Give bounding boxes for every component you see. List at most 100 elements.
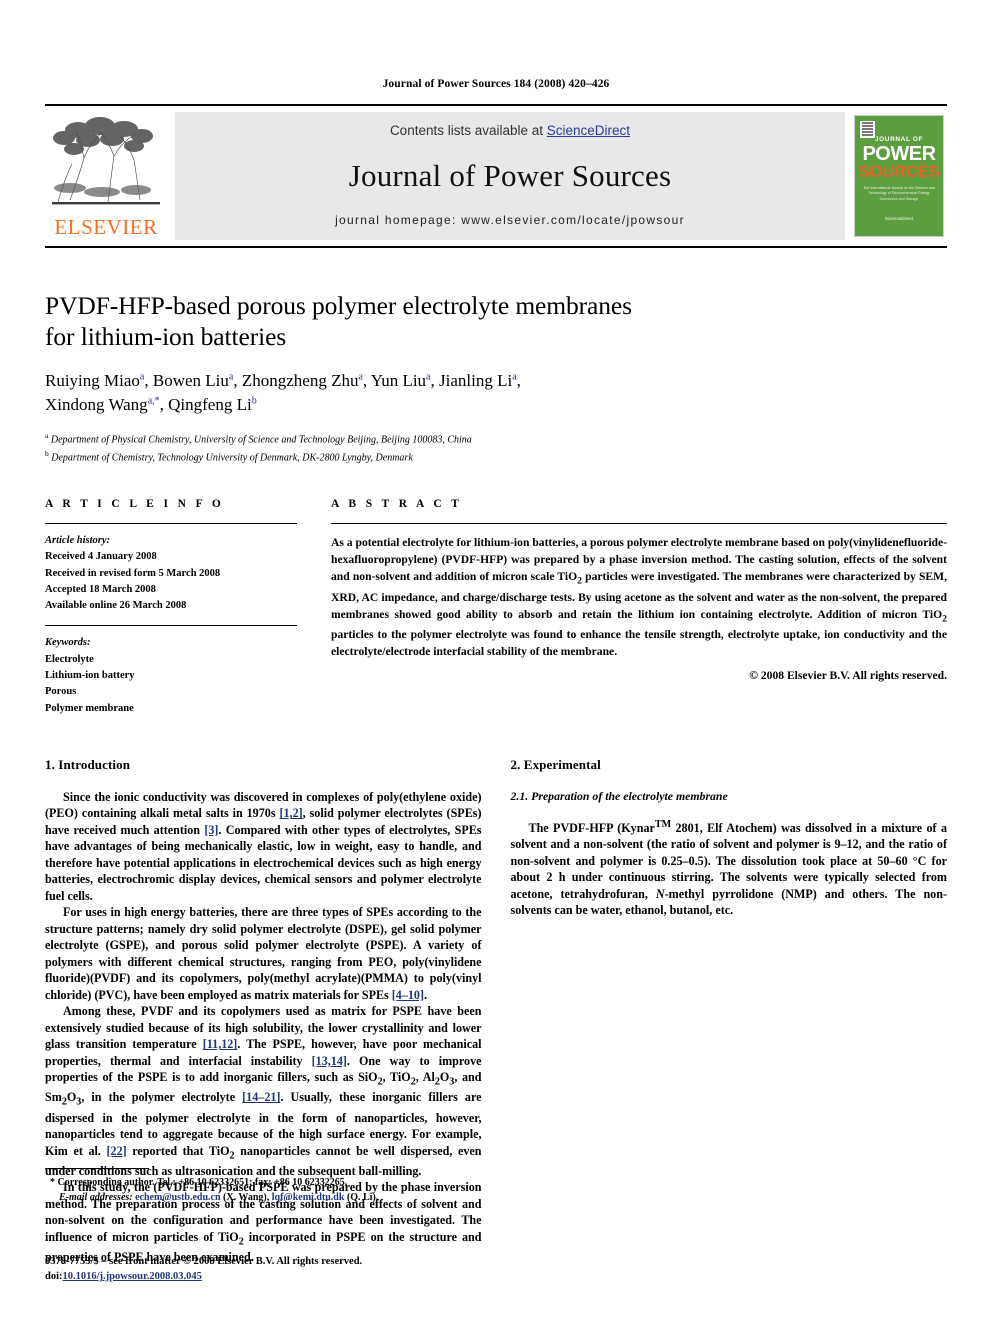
email-owner: (Q. Li). bbox=[344, 1192, 379, 1203]
email-owner: (X. Wang), bbox=[220, 1192, 270, 1203]
elsevier-logo: ELSEVIER bbox=[45, 112, 167, 240]
abstract-text: As a potential electrolyte for lithium-i… bbox=[331, 524, 947, 660]
keywords-label: Keywords: bbox=[45, 637, 91, 649]
author-name[interactable]: Qingfeng Li bbox=[168, 395, 252, 414]
subsection-heading-preparation: 2.1. Preparation of the electrolyte memb… bbox=[510, 788, 728, 803]
affiliation-item: b Department of Chemistry, Technology Un… bbox=[45, 448, 947, 465]
keywords-group: Keywords: Electrolyte Lithium-ion batter… bbox=[45, 626, 297, 716]
footer-block: 0378-7753/$ – see front matter © 2008 El… bbox=[45, 1254, 545, 1285]
abstract-part-3: particles to the polymer electrolyte was… bbox=[331, 628, 947, 659]
corresponding-author-note: * Corresponding author. Tel.: +86 10 623… bbox=[45, 1175, 479, 1205]
affiliation-text: Department of Chemistry, Technology Univ… bbox=[51, 452, 413, 464]
text-run: The PVDF-HFP (Kynar bbox=[528, 820, 655, 835]
cover-line-journal-of: JOURNAL OF bbox=[874, 136, 924, 143]
text-run: O bbox=[439, 1070, 450, 1085]
trademark-mark: TM bbox=[654, 818, 672, 830]
keyword-item: Lithium-ion battery bbox=[45, 669, 135, 681]
text-run: O bbox=[66, 1090, 77, 1105]
article-title-line-2: for lithium-ion batteries bbox=[45, 322, 287, 352]
footnote-marker: * bbox=[50, 1177, 55, 1188]
affiliation-text: Department of Physical Chemistry, Univer… bbox=[50, 434, 472, 446]
footnote-divider bbox=[45, 1168, 149, 1169]
author-affil-marker: a bbox=[426, 371, 431, 383]
citation-link[interactable]: [22] bbox=[107, 1144, 127, 1158]
author-affil-marker: a,* bbox=[147, 395, 160, 407]
keyword-item: Electrolyte bbox=[45, 653, 94, 665]
article-title-line-1: PVDF-HFP-based porous polymer electrolyt… bbox=[45, 291, 632, 320]
author-affil-marker: b bbox=[251, 395, 257, 407]
author-name[interactable]: Xindong Wang bbox=[45, 395, 148, 414]
paper-page: Journal of Power Sources 184 (2008) 420–… bbox=[0, 0, 992, 1323]
doi-link[interactable]: 10.1016/j.jpowsour.2008.03.045 bbox=[63, 1271, 202, 1282]
email-addresses-label: E-mail addresses: bbox=[59, 1192, 133, 1203]
page-title: PVDF-HFP-based porous polymer electrolyt… bbox=[45, 290, 947, 352]
author-name[interactable]: Bowen Liu bbox=[153, 371, 229, 390]
text-run: , Al bbox=[415, 1070, 435, 1085]
text-run: , TiO bbox=[382, 1070, 411, 1085]
citation-link[interactable]: [13,14] bbox=[312, 1054, 347, 1068]
doi-line: doi:10.1016/j.jpowsour.2008.03.045 bbox=[45, 1269, 545, 1285]
sciencedirect-link[interactable]: ScienceDirect bbox=[547, 123, 630, 138]
subscript: 2 bbox=[942, 613, 947, 625]
citation-link[interactable]: [1,2] bbox=[279, 806, 302, 820]
email-link[interactable]: lqf@kemi.dtu.dk bbox=[272, 1192, 345, 1203]
journal-banner: Contents lists available at ScienceDirec… bbox=[175, 112, 845, 240]
corresponding-author-text: Corresponding author. Tel.: +86 10 62332… bbox=[57, 1177, 348, 1188]
journal-masthead: ELSEVIER Contents lists available at Sci… bbox=[45, 104, 947, 248]
italic-run: N bbox=[655, 886, 665, 901]
cover-line-power: POWER bbox=[862, 143, 936, 165]
article-info-column: A R T I C L E I N F O Article history: R… bbox=[45, 498, 297, 717]
author-name[interactable]: Zhongzheng Zhu bbox=[242, 371, 359, 390]
text-run: , in the polymer electrolyte bbox=[81, 1090, 243, 1105]
history-item: Received 4 January 2008 bbox=[45, 551, 157, 563]
abstract-column: A B S T R A C T As a potential electroly… bbox=[331, 498, 947, 717]
author-affil-marker: a bbox=[512, 371, 517, 383]
citation-link[interactable]: [11,12] bbox=[203, 1037, 238, 1051]
affiliation-marker: b bbox=[45, 448, 49, 458]
article-info-heading: A R T I C L E I N F O bbox=[45, 498, 225, 511]
keyword-item: Polymer membrane bbox=[45, 702, 134, 714]
author-name[interactable]: Ruiying Miao bbox=[45, 371, 140, 390]
history-item: Accepted 18 March 2008 bbox=[45, 583, 156, 595]
history-item: Available online 26 March 2008 bbox=[45, 600, 187, 612]
author-name[interactable]: Yun Liu bbox=[371, 371, 426, 390]
info-abstract-row: A R T I C L E I N F O Article history: R… bbox=[45, 498, 947, 717]
copyright-line: © 2008 Elsevier B.V. All rights reserved… bbox=[749, 669, 947, 683]
contents-available-line: Contents lists available at ScienceDirec… bbox=[390, 123, 630, 138]
cover-subtitle: The International Journal on the Science… bbox=[863, 186, 935, 201]
citation-link[interactable]: [4–10] bbox=[392, 988, 424, 1002]
issn-front-matter-line: 0378-7753/$ – see front matter © 2008 El… bbox=[45, 1255, 363, 1267]
elsevier-tree-icon bbox=[52, 117, 160, 205]
contents-prefix-text: Contents lists available at bbox=[389, 123, 547, 138]
doi-label: doi: bbox=[45, 1271, 63, 1283]
affiliation-item: a Department of Physical Chemistry, Univ… bbox=[45, 430, 947, 447]
journal-homepage: journal homepage: www.elsevier.com/locat… bbox=[335, 213, 685, 227]
affiliation-marker: a bbox=[45, 431, 49, 441]
affiliation-list: a Department of Physical Chemistry, Univ… bbox=[45, 430, 947, 465]
author-list: Ruiying Miaoa, Bowen Liua, Zhongzheng Zh… bbox=[45, 371, 521, 415]
citation-link[interactable]: [3] bbox=[204, 823, 218, 837]
cover-artwork: JOURNAL OF POWER SOURCES The Internation… bbox=[854, 115, 944, 237]
cover-sciencedirect-mark: ScienceDirect bbox=[884, 215, 914, 221]
email-link[interactable]: echem@ustb.edu.cn bbox=[135, 1192, 220, 1203]
journal-cover-thumbnail: JOURNAL OF POWER SOURCES The Internation… bbox=[851, 112, 947, 240]
journal-title: Journal of Power Sources bbox=[348, 157, 672, 193]
author-affil-marker: a bbox=[358, 371, 363, 383]
elsevier-wordmark: ELSEVIER bbox=[54, 215, 158, 239]
history-item: Received in revised form 5 March 2008 bbox=[45, 567, 221, 579]
body-column-right: 2. Experimental 2.1. Preparation of the … bbox=[511, 757, 948, 1266]
cover-line-sources: SOURCES bbox=[858, 162, 940, 181]
running-head: Journal of Power Sources 184 (2008) 420–… bbox=[382, 78, 610, 90]
section-heading-experimental: 2. Experimental bbox=[510, 756, 601, 772]
section-heading-introduction: 1. Introduction bbox=[45, 756, 131, 772]
paragraph: Among these, PVDF and its copolymers use… bbox=[45, 1003, 482, 1179]
title-block: PVDF-HFP-based porous polymer electrolyt… bbox=[45, 290, 947, 465]
text-run: reported that TiO bbox=[126, 1143, 230, 1158]
author-affil-marker: a bbox=[228, 371, 234, 383]
citation-link[interactable]: [14–21] bbox=[242, 1090, 280, 1104]
paragraph: Since the ionic conductivity was discove… bbox=[45, 789, 482, 905]
paragraph: For uses in high energy batteries, there… bbox=[45, 904, 482, 1003]
text-run: . bbox=[424, 987, 428, 1002]
author-name[interactable]: Jianling Li bbox=[439, 371, 512, 390]
footnote-block: * Corresponding author. Tel.: +86 10 623… bbox=[45, 1168, 479, 1205]
